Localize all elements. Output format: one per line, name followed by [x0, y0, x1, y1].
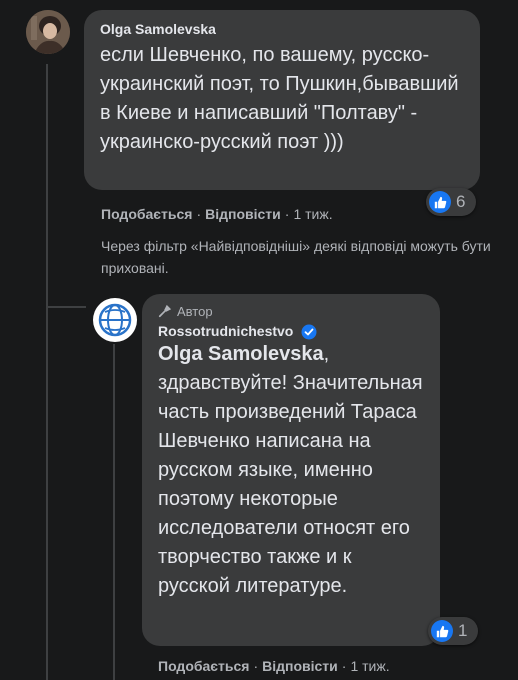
- separator: ·: [196, 206, 202, 222]
- comment-actions: Подобається · Відповісти · 1 тиж.: [101, 206, 333, 222]
- globe-logo-icon: [94, 299, 136, 341]
- timestamp[interactable]: 1 тиж.: [293, 206, 332, 222]
- reply-text: Olga Samolevska, здравствуйте! Значитель…: [158, 340, 424, 601]
- reply-button[interactable]: Відповісти: [262, 658, 338, 674]
- reply-connector: [46, 306, 86, 308]
- like-button[interactable]: Подобається: [158, 658, 249, 674]
- separator: ·: [284, 206, 290, 222]
- microphone-icon: [158, 304, 172, 318]
- verified-badge-icon: [301, 324, 317, 340]
- comment-author[interactable]: Olga Samolevska: [100, 20, 464, 38]
- comment-bubble: Olga Samolevska если Шевченко, по вашему…: [84, 10, 480, 190]
- reply-reaction-summary[interactable]: 1: [428, 617, 478, 645]
- author-badge-label: Автор: [177, 303, 213, 319]
- separator: ·: [253, 658, 259, 674]
- reply-button[interactable]: Відповісти: [205, 206, 281, 222]
- user-photo-icon: [26, 10, 70, 54]
- reply-author: Rossotrudnichestvo: [158, 322, 424, 340]
- avatar[interactable]: [26, 10, 70, 54]
- reply-bubble: Автор Rossotrudnichestvo Olga Samolevska…: [142, 294, 440, 646]
- comment-text: если Шевченко, по вашему, русско-украинс…: [100, 44, 459, 153]
- reply-actions: Подобається · Відповісти · 1 тиж.: [158, 658, 390, 674]
- like-button[interactable]: Подобається: [101, 206, 192, 222]
- separator: ·: [341, 658, 347, 674]
- filter-note: Через фільтр «Найвідповідніші» деякі від…: [101, 238, 491, 276]
- mention-link[interactable]: Olga Samolevska: [158, 343, 324, 365]
- reply-thread-line: [113, 344, 115, 680]
- reaction-summary[interactable]: 6: [426, 188, 476, 216]
- thread-line: [46, 64, 48, 680]
- like-icon: [429, 191, 451, 213]
- reply-body: , здравствуйте! Значительная часть произ…: [158, 343, 423, 598]
- page-avatar[interactable]: [93, 298, 137, 342]
- author-badge: Автор: [158, 302, 424, 320]
- timestamp[interactable]: 1 тиж.: [350, 658, 389, 674]
- reaction-count: 6: [456, 192, 466, 211]
- reaction-count: 1: [458, 621, 468, 640]
- reply-author-name[interactable]: Rossotrudnichestvo: [158, 323, 293, 339]
- like-icon: [431, 620, 453, 642]
